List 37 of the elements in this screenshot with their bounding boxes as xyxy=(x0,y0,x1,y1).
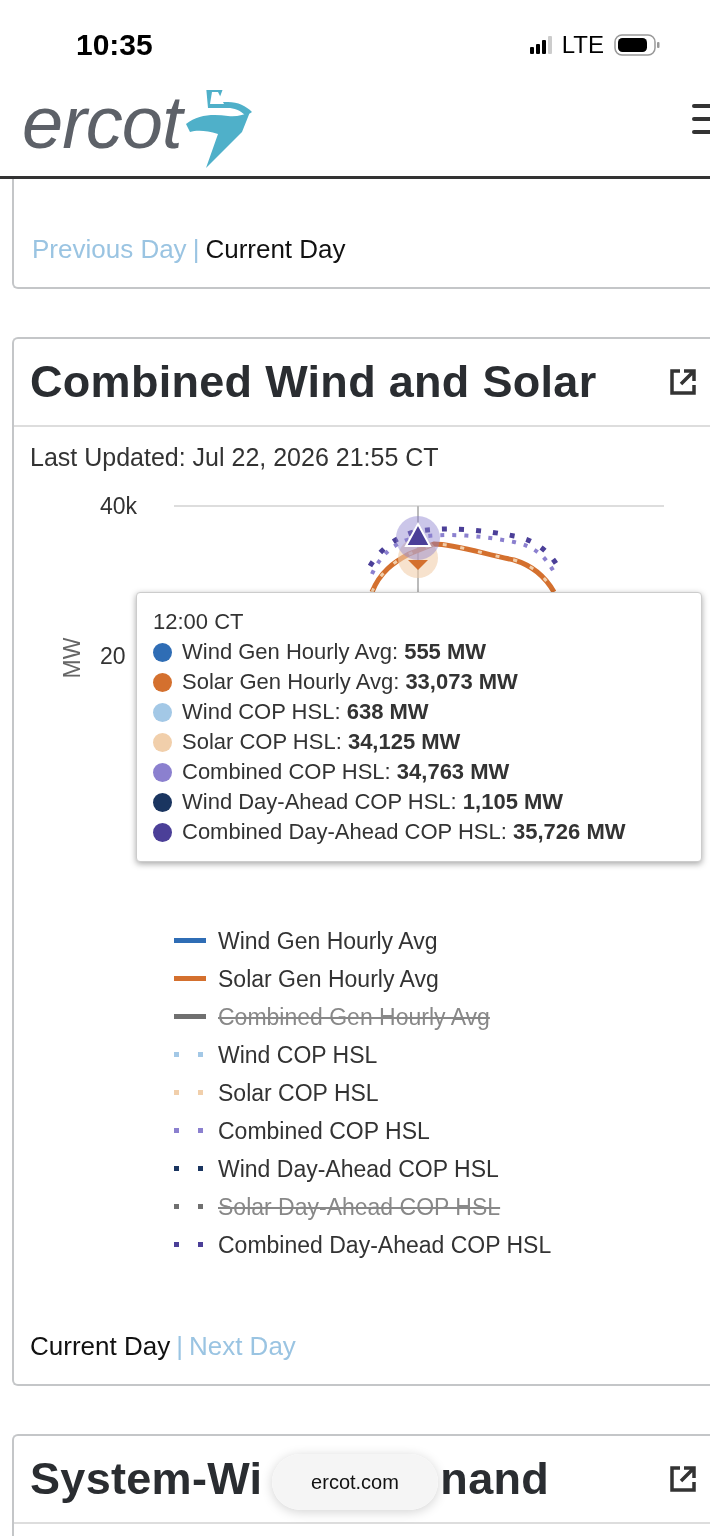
network-label: LTE xyxy=(561,31,604,59)
tooltip-row-text: Wind COP HSL: 638 MW xyxy=(182,699,429,725)
tooltip-row-text: Combined COP HSL: 34,763 MW xyxy=(182,759,510,785)
signal-icon xyxy=(529,36,554,54)
last-updated-text: Last Updated: Jul 22, 2026 21:55 CT xyxy=(29,442,440,472)
status-time: 10:35 xyxy=(76,28,153,62)
address-bar[interactable]: ercot.com xyxy=(272,1454,438,1510)
legend-item[interactable]: Wind Day-Ahead COP HSL xyxy=(174,1150,710,1188)
legend-item[interactable]: Combined Gen Hourly Avg xyxy=(174,998,710,1036)
tooltip-row-text: Solar COP HSL: 34,125 MW xyxy=(182,729,461,755)
legend-item[interactable]: Solar COP HSL xyxy=(174,1074,710,1112)
battery-icon xyxy=(614,34,660,56)
y-tick-label: 20 xyxy=(100,643,126,669)
link-separator: | xyxy=(176,1331,183,1362)
link-separator: | xyxy=(192,234,200,265)
legend-item[interactable]: Combined Day-Ahead COP HSL xyxy=(174,1226,710,1264)
tooltip-row-text: Solar Gen Hourly Avg: 33,073 MW xyxy=(182,669,518,695)
day-link[interactable]: Current Day xyxy=(205,234,346,265)
external-link-icon xyxy=(668,367,698,397)
y-axis-label: MW xyxy=(59,637,85,679)
card-title: System-Wi xyxy=(30,1453,263,1505)
legend-item[interactable]: Combined COP HSL xyxy=(174,1112,710,1150)
tooltip-row-text: Wind Gen Hourly Avg: 555 MW xyxy=(182,639,487,665)
legend-item[interactable]: Solar Day-Ahead COP HSL xyxy=(174,1188,710,1226)
tooltip-row-text: Wind Day-Ahead COP HSL: 1,105 MW xyxy=(182,789,564,815)
bolt-logo-icon xyxy=(183,90,254,170)
external-link-icon xyxy=(668,1464,698,1494)
tooltip-row-text: Combined Day-Ahead COP HSL: 35,726 MW xyxy=(182,819,626,845)
card-title: Combined Wind and Solar xyxy=(30,356,597,408)
y-tick-label: 40k xyxy=(100,493,138,519)
hover-marker xyxy=(396,516,440,560)
day-link[interactable]: Current Day xyxy=(30,1331,171,1362)
card-title: nand xyxy=(440,1453,550,1505)
legend-item[interactable]: Solar Gen Hourly Avg xyxy=(174,960,710,998)
legend-item[interactable]: Wind Gen Hourly Avg xyxy=(174,922,710,960)
tooltip-title: 12:00 CT xyxy=(153,609,245,635)
legend-item[interactable]: Wind COP HSL xyxy=(174,1036,710,1074)
